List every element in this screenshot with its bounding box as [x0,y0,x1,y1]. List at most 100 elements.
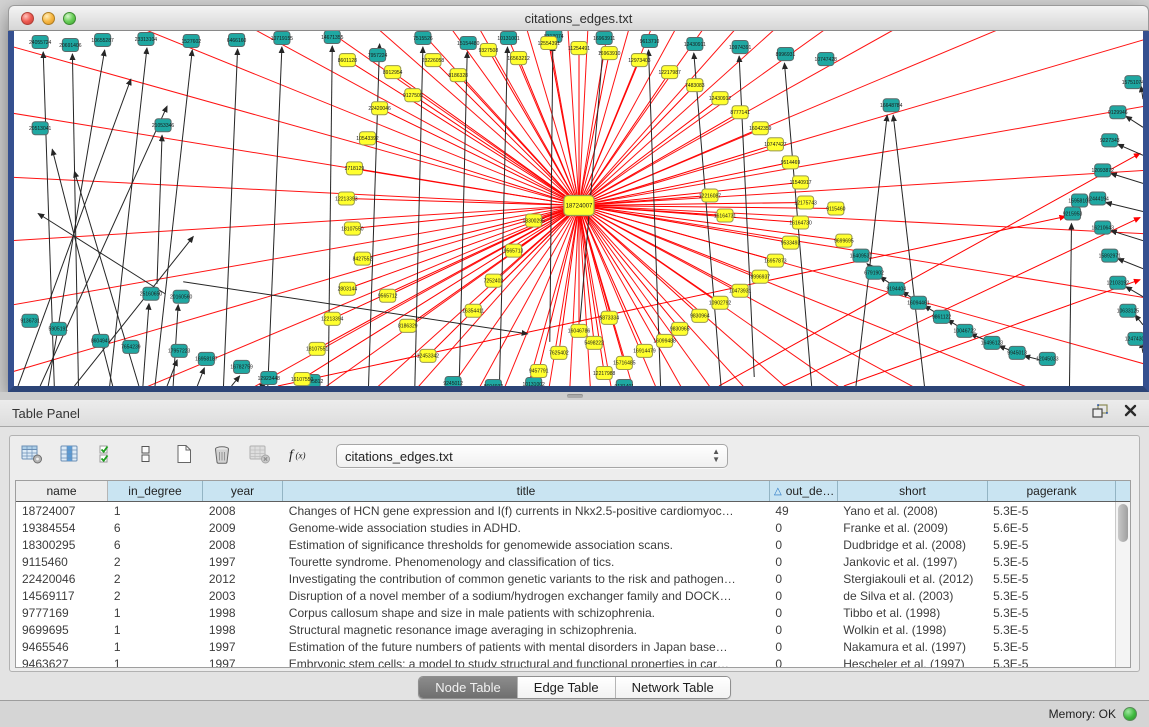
graph-node[interactable]: 16963910 [598,47,621,60]
graph-node[interactable]: 8996937 [751,270,771,283]
table-row[interactable]: 946362711997Embryonic stem cells: a mode… [16,655,1115,668]
graph-node[interactable]: 15716485 [613,356,636,369]
cell-title[interactable]: Genome-wide association studies in ADHD. [283,521,770,535]
cell-name[interactable]: 9777169 [16,606,108,620]
cell-title[interactable]: Embryonic stem cells: a model to study s… [283,657,770,669]
graph-node[interactable]: 5498222 [584,336,604,349]
delete-table-button[interactable] [248,445,272,467]
graph-node[interactable]: 16107550 [291,372,314,385]
graph-node[interactable]: 16210643 [1092,221,1115,234]
cell-name[interactable]: 22420046 [16,572,108,586]
graph-node[interactable]: 16046786 [568,324,591,337]
graph-node[interactable]: 10747428 [815,53,838,66]
cell-year[interactable]: 1997 [203,657,283,669]
table-row[interactable]: 977716911998Corpus callosum shape and si… [16,604,1115,621]
graph-node[interactable]: 7625402 [549,346,569,359]
divider-grip[interactable] [567,394,583,398]
show-columns-button[interactable] [58,445,82,467]
column-header-short[interactable]: short [838,481,988,501]
cell-pagerank[interactable]: 5.3E-5 [987,555,1115,569]
graph-node[interactable]: 12213393 [335,192,358,205]
cell-title[interactable]: Disruption of a novel member of a sodium… [283,589,770,603]
cell-in_degree[interactable]: 6 [108,538,203,552]
graph-node[interactable]: 8427552 [353,252,373,265]
table-row[interactable]: 1872400712008Changes of HCN gene express… [16,502,1115,519]
graph-node[interactable]: 8601128 [338,54,357,67]
graph-node[interactable]: 12216087 [699,189,722,202]
cell-year[interactable]: 2008 [203,538,283,552]
graph-node[interactable]: 9227343 [1100,134,1120,147]
cell-in_degree[interactable]: 2 [108,589,203,603]
cell-title[interactable]: Estimation of significance thresholds fo… [283,538,770,552]
cell-name[interactable]: 18300295 [16,538,108,552]
graph-node[interactable]: 10543392 [356,132,379,145]
graph-node[interactable]: 9131401 [615,379,635,386]
graph-node[interactable]: 16094461 [907,296,930,309]
table-row[interactable]: 2242004622012Investigating the contribut… [16,570,1115,587]
graph-node[interactable]: 9565713 [504,244,524,257]
cell-year[interactable]: 2003 [203,589,283,603]
graph-node[interactable]: 6466160 [227,34,247,47]
cell-short[interactable]: Nakamura et al. (1997) [837,640,987,654]
cell-out_degree[interactable]: 0 [769,589,837,603]
graph-node[interactable]: 15154480 [457,37,480,50]
graph-node[interactable]: 12973403 [628,54,651,67]
cell-title[interactable]: Tourette syndrome. Phenomenology and cla… [283,555,770,569]
graph-node[interactable]: 9945013 [1007,346,1027,359]
cell-out_degree[interactable]: 0 [769,555,837,569]
graph-node[interactable]: 10131002 [522,377,545,386]
graph-node[interactable]: 16354411 [462,304,484,317]
graph-node[interactable]: 9533493 [781,236,801,249]
tab-network-table[interactable]: Network Table [616,677,730,698]
graph-node[interactable]: 5905191 [49,322,69,335]
table-row[interactable]: 1938455462009Genome-wide association stu… [16,519,1115,536]
cell-year[interactable]: 1998 [203,623,283,637]
table-scrollbar[interactable] [1115,502,1130,667]
graph-node[interactable]: 16409531 [850,249,873,262]
graph-node[interactable]: 24055724 [29,36,52,49]
graph-node[interactable]: 10747427 [764,138,787,151]
panel-divider[interactable] [0,392,1149,400]
column-header-year[interactable]: year [203,481,283,501]
cell-year[interactable]: 1997 [203,640,283,654]
cell-pagerank[interactable]: 5.3E-5 [987,657,1115,669]
table-row[interactable]: 946554611997Estimation of the future num… [16,638,1115,655]
cell-short[interactable]: Dudbridge et al. (2008) [837,538,987,552]
window-titlebar[interactable]: citations_edges.txt [8,5,1149,31]
cell-year[interactable]: 1997 [203,555,283,569]
graph-node[interactable]: 9194404 [886,282,906,295]
cell-out_degree[interactable]: 0 [769,657,837,669]
cell-in_degree[interactable]: 2 [108,572,203,586]
cell-short[interactable]: Franke et al. (2009) [837,521,987,535]
graph-node[interactable]: 7654239 [121,340,141,353]
close-panel-button[interactable] [1121,405,1139,421]
graph-node[interactable]: 8604941 [91,334,111,347]
graph-node[interactable]: 9129946 [1108,106,1128,119]
cell-in_degree[interactable]: 1 [108,504,203,518]
graph-node[interactable]: 9115460 [826,202,845,215]
cell-pagerank[interactable]: 5.3E-5 [987,606,1115,620]
cell-name[interactable]: 19384554 [16,521,108,535]
cell-name[interactable]: 9115460 [16,555,108,569]
graph-node[interactable]: 8186328 [448,69,468,82]
graph-node[interactable]: 10131001 [497,32,520,45]
graph-node[interactable]: 7252402 [484,274,504,287]
table-options-button[interactable] [20,445,44,467]
graph-node[interactable]: 6791902 [864,266,884,279]
cell-pagerank[interactable]: 5.3E-5 [987,640,1115,654]
table-row[interactable]: 1456911722003Disruption of a novel membe… [16,587,1115,604]
graph-node[interactable]: 9699695 [834,234,854,247]
graph-node[interactable]: 7957224 [368,49,388,62]
graph-node[interactable]: 9565712 [378,289,398,302]
graph-node[interactable]: 2718129 [345,162,365,175]
graph-node[interactable]: 16648784 [880,99,903,112]
cell-short[interactable]: Tibbo et al. (1998) [837,606,987,620]
graph-node[interactable]: 2803144 [338,282,358,295]
graph-node[interactable]: 12217987 [658,66,681,79]
cell-short[interactable]: de Silva et al. (2003) [837,589,987,603]
cell-pagerank[interactable]: 5.3E-5 [987,589,1115,603]
rows-button[interactable] [134,445,158,467]
graph-node[interactable]: 9215953 [1063,207,1083,220]
cell-short[interactable]: Hescheler et al. (1997) [837,657,987,669]
graph-node[interactable]: 8604932 [484,379,504,386]
